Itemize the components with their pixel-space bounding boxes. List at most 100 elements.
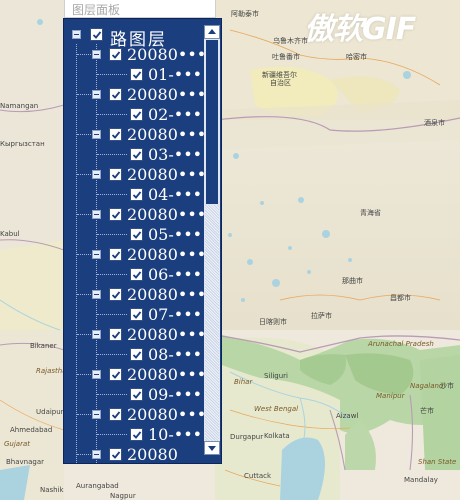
layer-group-row[interactable]: 20080••• bbox=[64, 365, 206, 386]
tree-guide-line bbox=[97, 234, 127, 235]
checkbox-checked-icon[interactable] bbox=[109, 48, 122, 61]
layer-group-row[interactable]: 20080••• bbox=[64, 285, 206, 306]
layer-panel-header[interactable]: 图层面板 bbox=[64, 0, 216, 18]
layer-item-label: 08-••• bbox=[148, 345, 203, 364]
map-label: Ahmedabad bbox=[10, 426, 53, 434]
layer-group-row[interactable]: 20080••• bbox=[64, 405, 206, 426]
scrollbar-thumb[interactable] bbox=[205, 39, 219, 205]
layer-item-label: 06-••• bbox=[148, 265, 203, 284]
collapse-icon[interactable] bbox=[92, 290, 101, 299]
collapse-icon[interactable] bbox=[72, 30, 81, 39]
tree-guide-line bbox=[77, 174, 91, 175]
collapse-icon[interactable] bbox=[92, 130, 101, 139]
layer-group-label: 20080••• bbox=[127, 325, 207, 344]
layer-item-row[interactable]: 04-••• bbox=[64, 185, 204, 206]
layer-group-row[interactable]: 20080••• bbox=[64, 125, 206, 146]
checkbox-checked-icon[interactable] bbox=[109, 88, 122, 101]
checkbox-checked-icon[interactable] bbox=[130, 428, 143, 441]
layer-item-row[interactable]: 10-••• bbox=[64, 425, 204, 446]
layer-group-row[interactable]: 20080••• bbox=[64, 85, 206, 106]
tree-guide-line bbox=[97, 154, 127, 155]
layer-item-row[interactable]: 07-••• bbox=[64, 305, 204, 326]
tree-guide-line bbox=[77, 134, 91, 135]
map-label: Aurangabad bbox=[76, 482, 119, 490]
layer-item-row[interactable]: 06-••• bbox=[64, 265, 204, 286]
map-label: Kabul bbox=[0, 230, 20, 238]
layer-item-label: 10-••• bbox=[148, 425, 203, 444]
checkbox-checked-icon[interactable] bbox=[109, 128, 122, 141]
collapse-icon[interactable] bbox=[92, 210, 101, 219]
map-label: Aizawl bbox=[336, 412, 359, 420]
checkbox-checked-icon[interactable] bbox=[130, 268, 143, 281]
layer-item-row[interactable]: 08-••• bbox=[64, 345, 204, 366]
map-label: Mandalay bbox=[404, 476, 438, 484]
map-label: Gujarat bbox=[4, 440, 31, 448]
map-label: Manipur bbox=[376, 392, 405, 400]
map-label: Cuttack bbox=[244, 472, 272, 480]
checkbox-checked-icon[interactable] bbox=[90, 28, 103, 41]
checkbox-checked-icon[interactable] bbox=[109, 288, 122, 301]
layer-tree: 路图层 20080••• 01-••• 20080••• 02-••• 20080•••… bbox=[64, 19, 207, 463]
checkbox-checked-icon[interactable] bbox=[130, 348, 143, 361]
tree-guide-line bbox=[77, 294, 91, 295]
layer-group-row[interactable]: 20080••• bbox=[64, 205, 206, 226]
collapse-icon[interactable] bbox=[92, 90, 101, 99]
checkbox-checked-icon[interactable] bbox=[109, 328, 122, 341]
layer-group-label: 20080••• bbox=[127, 165, 207, 184]
layer-group-row[interactable]: 20080••• bbox=[64, 45, 206, 66]
collapse-icon[interactable] bbox=[92, 330, 101, 339]
layer-panel-title: 图层面板 bbox=[72, 3, 121, 17]
checkbox-checked-icon[interactable] bbox=[130, 188, 143, 201]
checkbox-checked-icon[interactable] bbox=[109, 168, 122, 181]
layer-item-row[interactable]: 01-••• bbox=[64, 65, 204, 86]
tree-guide-line bbox=[97, 434, 127, 435]
tree-guide-line bbox=[97, 394, 127, 395]
tree-guide-line bbox=[97, 74, 127, 75]
collapse-icon[interactable] bbox=[92, 450, 101, 459]
layer-item-row[interactable]: 09-••• bbox=[64, 385, 204, 406]
map-label: 沙市 bbox=[440, 382, 454, 390]
layer-group-row[interactable]: 20080••• bbox=[64, 165, 207, 186]
checkbox-checked-icon[interactable] bbox=[130, 388, 143, 401]
map-label: Nashik bbox=[40, 486, 64, 494]
layer-item-row[interactable]: 03-••• bbox=[64, 145, 204, 166]
map-label: Udaipur bbox=[36, 408, 64, 416]
scroll-down-arrow-icon[interactable] bbox=[204, 441, 220, 455]
checkbox-checked-icon[interactable] bbox=[109, 368, 122, 381]
collapse-icon[interactable] bbox=[92, 50, 101, 59]
checkbox-checked-icon[interactable] bbox=[109, 248, 122, 261]
collapse-icon[interactable] bbox=[92, 250, 101, 259]
map-label: 酒泉市 bbox=[424, 119, 445, 127]
map-label: 吐鲁番市 bbox=[272, 53, 300, 61]
checkbox-checked-icon[interactable] bbox=[109, 408, 122, 421]
layer-item-row[interactable]: 02-••• bbox=[64, 105, 204, 126]
scroll-up-arrow-icon[interactable] bbox=[204, 25, 220, 39]
checkbox-checked-icon[interactable] bbox=[109, 448, 122, 461]
layer-group-row[interactable]: 20080 bbox=[64, 445, 204, 463]
checkbox-checked-icon[interactable] bbox=[130, 228, 143, 241]
collapse-icon[interactable] bbox=[92, 410, 101, 419]
layer-root-row[interactable]: 路图层 bbox=[64, 26, 204, 50]
checkbox-checked-icon[interactable] bbox=[130, 68, 143, 81]
checkbox-checked-icon[interactable] bbox=[130, 148, 143, 161]
checkbox-checked-icon[interactable] bbox=[130, 108, 143, 121]
tree-guide-line bbox=[97, 314, 127, 315]
checkbox-checked-icon[interactable] bbox=[130, 308, 143, 321]
tree-guide-line bbox=[77, 94, 91, 95]
layer-item-label: 09-••• bbox=[148, 385, 203, 404]
layer-panel: 路图层 20080••• 01-••• 20080••• 02-••• 20080•••… bbox=[63, 18, 222, 464]
map-label: Bhavnagar bbox=[6, 458, 45, 466]
layer-group-row[interactable]: 20080••• bbox=[64, 245, 206, 266]
layer-panel-scrollbar[interactable] bbox=[204, 25, 220, 455]
collapse-icon[interactable] bbox=[92, 370, 101, 379]
collapse-icon[interactable] bbox=[92, 170, 101, 179]
checkbox-checked-icon[interactable] bbox=[109, 208, 122, 221]
layer-group-row[interactable]: 20080••• bbox=[64, 325, 207, 346]
map-label: Bihar bbox=[234, 378, 253, 386]
tree-guide-line bbox=[77, 374, 91, 375]
map-label: Namangan bbox=[0, 102, 39, 110]
tree-guide-line bbox=[77, 414, 91, 415]
tree-guide-line bbox=[77, 254, 91, 255]
layer-item-row[interactable]: 05-••• bbox=[64, 225, 204, 246]
map-label: West Bengal bbox=[254, 405, 299, 413]
